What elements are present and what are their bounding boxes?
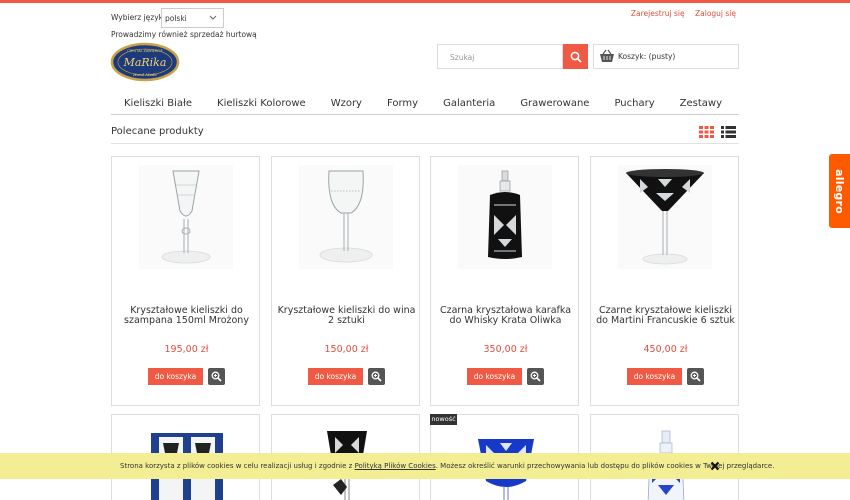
quick-view-button[interactable] xyxy=(687,368,704,385)
nav-item-puchary[interactable]: Puchary xyxy=(601,98,666,114)
add-to-cart-button[interactable]: do koszyka xyxy=(627,368,682,385)
language-value: polski xyxy=(165,14,187,23)
add-to-cart-button[interactable]: do koszyka xyxy=(148,368,203,385)
product-price: 195,00 zł xyxy=(164,344,209,355)
nav-item-grawerowane[interactable]: Grawerowane xyxy=(507,98,601,114)
product-card[interactable]: Czarna kryształowa karafka do Whisky Kra… xyxy=(430,156,579,406)
zoom-icon xyxy=(211,371,222,382)
svg-text:MaRika: MaRika xyxy=(123,56,167,69)
basket-icon xyxy=(600,49,614,62)
add-to-cart-button[interactable]: do koszyka xyxy=(308,368,363,385)
language-select[interactable]: polski xyxy=(161,8,224,28)
chevron-down-icon xyxy=(209,15,217,20)
new-badge: nowość xyxy=(430,414,457,425)
allegro-label: allegro xyxy=(833,168,846,214)
cart-box[interactable]: Koszyk: (pusty) xyxy=(593,44,739,69)
add-to-cart-button[interactable]: do koszyka xyxy=(467,368,522,385)
close-icon[interactable] xyxy=(710,461,720,471)
product-card[interactable]: Kryształowe kieliszki do wina 2 sztuki 1… xyxy=(271,156,420,406)
nav-item-wzory[interactable]: Wzory xyxy=(318,98,374,114)
product-name[interactable]: Czarne kryształowe kieliszki do Martini … xyxy=(596,306,735,326)
section-title: Polecane produkty xyxy=(111,126,204,137)
grid-view-icon[interactable] xyxy=(699,126,714,138)
wine-glass-image[interactable] xyxy=(299,165,393,269)
product-name[interactable]: Kryształowe kieliszki do wina 2 sztuki xyxy=(277,306,416,326)
register-link[interactable]: Zarejestruj się xyxy=(631,9,685,18)
main-nav: Kieliszki Białe Kieliszki Kolorowe Wzory… xyxy=(111,98,739,115)
allegro-side-tab[interactable]: allegro xyxy=(829,154,850,228)
nav-item-galanteria[interactable]: Galanteria xyxy=(430,98,507,114)
zoom-icon xyxy=(690,371,701,382)
quick-view-button[interactable] xyxy=(368,368,385,385)
login-link[interactable]: Zaloguj się xyxy=(695,9,736,18)
zoom-icon xyxy=(530,371,541,382)
search-button[interactable] xyxy=(563,44,588,69)
quick-view-button[interactable] xyxy=(527,368,544,385)
cookie-policy-link[interactable]: Polityką Plików Cookies xyxy=(355,462,436,470)
account-links: Zarejestruj się Zaloguj się xyxy=(623,9,736,18)
cookie-text-before: Strona korzysta z plików cookies w celu … xyxy=(120,462,355,470)
product-price: 450,00 zł xyxy=(643,344,688,355)
svg-text:Hand Made: Hand Made xyxy=(132,72,157,77)
product-name[interactable]: Czarna kryształowa karafka do Whisky Kra… xyxy=(436,306,575,326)
black-decanter-image[interactable] xyxy=(458,165,552,269)
champagne-flute-image[interactable] xyxy=(139,165,233,269)
cart-label: Koszyk: (pusty) xyxy=(618,52,676,61)
search-input[interactable]: Szukaj xyxy=(437,44,563,69)
svg-text:CRYSTAL ZAWIERCIE: CRYSTAL ZAWIERCIE xyxy=(127,49,163,53)
product-card[interactable]: Kryształowe kieliszki do szampana 150ml … xyxy=(111,156,260,406)
search-icon xyxy=(570,51,582,63)
cookie-text-after: . Możesz określić warunki przechowywania… xyxy=(435,462,775,470)
product-price: 350,00 zł xyxy=(483,344,528,355)
language-label: Wybierz język xyxy=(111,13,164,22)
list-view-icon[interactable] xyxy=(721,126,736,138)
wholesale-note: Prowadzimy również sprzedaż hurtową xyxy=(111,30,257,39)
product-price: 150,00 zł xyxy=(324,344,369,355)
nav-item-zestawy[interactable]: Zestawy xyxy=(667,98,734,114)
cookie-banner: Strona korzysta z plików cookies w celu … xyxy=(0,453,850,479)
black-martini-glass-image[interactable] xyxy=(618,165,712,269)
zoom-icon xyxy=(371,371,382,382)
product-card[interactable]: Czarne kryształowe kieliszki do Martini … xyxy=(590,156,739,406)
product-name[interactable]: Kryształowe kieliszki do szampana 150ml … xyxy=(117,306,256,326)
section-divider xyxy=(111,143,739,144)
nav-item-formy[interactable]: Formy xyxy=(374,98,430,114)
nav-item-kieliszki-kolorowe[interactable]: Kieliszki Kolorowe xyxy=(204,98,318,114)
top-accent-bar xyxy=(0,0,850,3)
marika-logo[interactable]: MaRika CRYSTAL ZAWIERCIE Hand Made xyxy=(110,42,180,82)
quick-view-button[interactable] xyxy=(208,368,225,385)
nav-item-kieliszki-biale[interactable]: Kieliszki Białe xyxy=(111,98,204,114)
